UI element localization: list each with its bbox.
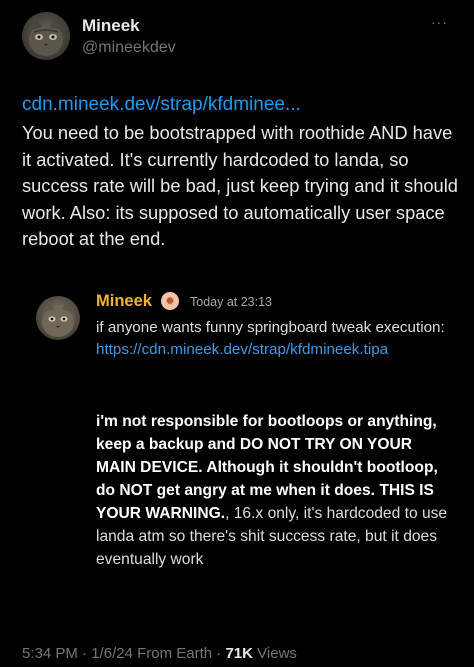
tweet-text: You need to be bootstrapped with roothid… [22,122,458,249]
views-count[interactable]: 71K [225,645,253,662]
tweet-link[interactable]: cdn.mineek.dev/strap/kfdminee... [22,94,301,116]
tweet-location: From Earth [137,645,213,662]
views-label: Views [257,645,297,662]
meta-separator: · [216,645,222,662]
embedded-message-image[interactable]: Mineek ✹ Today at 23:13 if anyone wants … [0,284,474,614]
tweet-date[interactable]: 1/6/24 [91,645,133,662]
embed-warning-text: i'm not responsible for bootloops or any… [96,410,448,571]
embed-author-avatar [36,296,80,340]
tweet-time[interactable]: 5:34 PM [22,645,78,662]
author-handle[interactable]: @mineekdev [82,39,176,57]
meta-separator: · [82,645,88,662]
embed-body-text: if anyone wants funny springboard tweak … [96,319,445,336]
embed-author-name: Mineek [96,292,152,310]
author-avatar[interactable] [22,12,70,60]
sun-badge-icon: ✹ [161,292,179,310]
author-name[interactable]: Mineek [82,16,140,36]
cat-avatar-icon [42,301,74,337]
embed-body-link: https://cdn.mineek.dev/strap/kfdmineek.t… [96,341,389,358]
embed-timestamp: Today at 23:13 [190,295,273,309]
cat-avatar-icon [29,18,63,56]
tweet-meta: 5:34 PM · 1/6/24 From Earth · 71K Views [22,645,297,662]
more-options-button[interactable]: ··· [431,14,448,30]
embed-message-body: if anyone wants funny springboard tweak … [96,317,446,361]
